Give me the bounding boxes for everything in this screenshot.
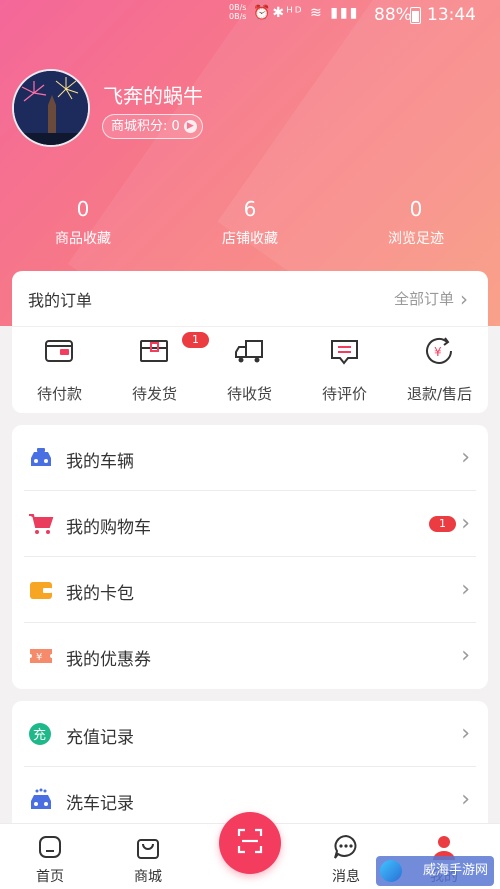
menu-recharge-records[interactable]: 充 充值记录 › (12, 701, 488, 767)
menu-shopping-cart[interactable]: 我的购物车 1 › (12, 491, 488, 557)
order-pending-payment[interactable]: 待付款 (12, 333, 107, 404)
stat-label: 商品收藏 (55, 231, 111, 247)
order-item-label: 待收货 (226, 385, 272, 403)
menu-card-wallet[interactable]: 我的卡包 › (12, 557, 488, 623)
menu-label: 我的优惠券 (66, 650, 151, 670)
chevron-right-icon: › (461, 445, 470, 470)
wallet-icon (12, 333, 107, 373)
tab-label: 商城 (134, 869, 162, 885)
network-speed: 0B/s 0B/s (229, 3, 247, 21)
menu-label: 我的购物车 (66, 518, 151, 538)
stat-value: 0 (409, 197, 423, 221)
chevron-right-icon: › (460, 287, 468, 311)
watermark-logo-icon (380, 860, 402, 882)
order-item-label: 待发货 (131, 385, 177, 403)
stat-store-favorites[interactable]: 6 店铺收藏 (190, 196, 310, 248)
stat-product-favorites[interactable]: 0 商品收藏 (23, 196, 143, 248)
shopping-bag-icon (108, 832, 188, 862)
tab-label: 消息 (332, 869, 360, 885)
stat-browse-history[interactable]: 0 浏览足迹 (356, 196, 476, 248)
chevron-right-icon: › (461, 787, 470, 812)
tab-label: 首页 (36, 869, 64, 885)
order-refund-aftersale[interactable]: ¥ 退款/售后 (392, 333, 487, 404)
cart-badge: 1 (429, 516, 456, 532)
all-orders-link[interactable]: 全部订单 › (394, 287, 468, 311)
refund-icon: ¥ (392, 333, 487, 373)
username: 飞奔的蜗牛 (103, 84, 203, 108)
battery-icon (410, 7, 421, 24)
status-icons: ⏰✱ᴴᴰ ≋ ▮▮▮ (253, 5, 360, 21)
order-item-label: 待评价 (321, 385, 367, 403)
avatar[interactable] (12, 69, 90, 147)
svg-text:¥: ¥ (434, 345, 442, 359)
menu-my-vehicles[interactable]: 我的车辆 › (12, 425, 488, 491)
truck-icon (202, 333, 297, 373)
order-item-label: 退款/售后 (406, 385, 473, 403)
watermark: 威海手游网 (376, 856, 494, 886)
play-arrow-icon: ▶ (183, 120, 197, 133)
scan-button[interactable] (219, 812, 281, 874)
watermark-text: 威海手游网 (422, 863, 488, 878)
home-icon (10, 832, 90, 862)
mall-points-label: 商城积分: 0 (111, 119, 180, 134)
tab-mall[interactable]: 商城 (108, 832, 188, 886)
svg-text:充: 充 (33, 727, 46, 743)
tab-home[interactable]: 首页 (10, 832, 90, 886)
all-orders-label: 全部订单 (393, 290, 454, 308)
order-pending-receipt[interactable]: 待收货 (202, 333, 297, 404)
chevron-right-icon: › (461, 643, 470, 668)
chevron-right-icon: › (461, 577, 470, 602)
status-bar: 0B/s 0B/s ⏰✱ᴴᴰ ≋ ▮▮▮ 88% 13:44 (0, 0, 500, 30)
chevron-right-icon: › (461, 511, 470, 536)
menu-label: 我的卡包 (66, 584, 134, 604)
stat-label: 浏览足迹 (388, 231, 444, 247)
order-item-label: 待付款 (36, 385, 82, 403)
svg-text:¥: ¥ (36, 652, 42, 663)
stat-value: 0 (76, 197, 90, 221)
menu-label: 我的车辆 (66, 452, 134, 472)
orders-title: 我的订单 (28, 291, 93, 310)
message-icon (306, 832, 386, 862)
scan-icon (237, 828, 263, 858)
recharge-icon: 充 (28, 722, 54, 746)
orders-card: 我的订单 全部订单 › 待付款 1 待发货 待收货 待评价 ¥ 退款/售后 (12, 271, 488, 413)
card-wallet-icon (28, 578, 54, 602)
menu-card-main: 我的车辆 › 我的购物车 1 › 我的卡包 › ¥ 我的优惠券 › (12, 425, 488, 689)
order-pending-review[interactable]: 待评价 (297, 333, 392, 404)
car-icon (28, 446, 54, 470)
divider (12, 326, 488, 327)
battery-percent: 88% (374, 5, 412, 25)
menu-coupons[interactable]: ¥ 我的优惠券 › (12, 623, 488, 689)
coupon-icon: ¥ (28, 644, 54, 668)
clock: 13:44 (427, 5, 476, 25)
chevron-right-icon: › (461, 721, 470, 746)
car-wash-icon (28, 788, 54, 812)
stat-label: 店铺收藏 (222, 231, 278, 247)
cart-icon (28, 512, 54, 536)
comment-icon (297, 333, 392, 373)
mall-points-button[interactable]: 商城积分: 0 ▶ (102, 114, 203, 139)
menu-label: 洗车记录 (66, 794, 134, 814)
order-pending-shipment[interactable]: 1 待发货 (107, 332, 209, 404)
tab-messages[interactable]: 消息 (306, 832, 386, 886)
menu-label: 充值记录 (66, 728, 134, 748)
stat-value: 6 (243, 197, 257, 221)
